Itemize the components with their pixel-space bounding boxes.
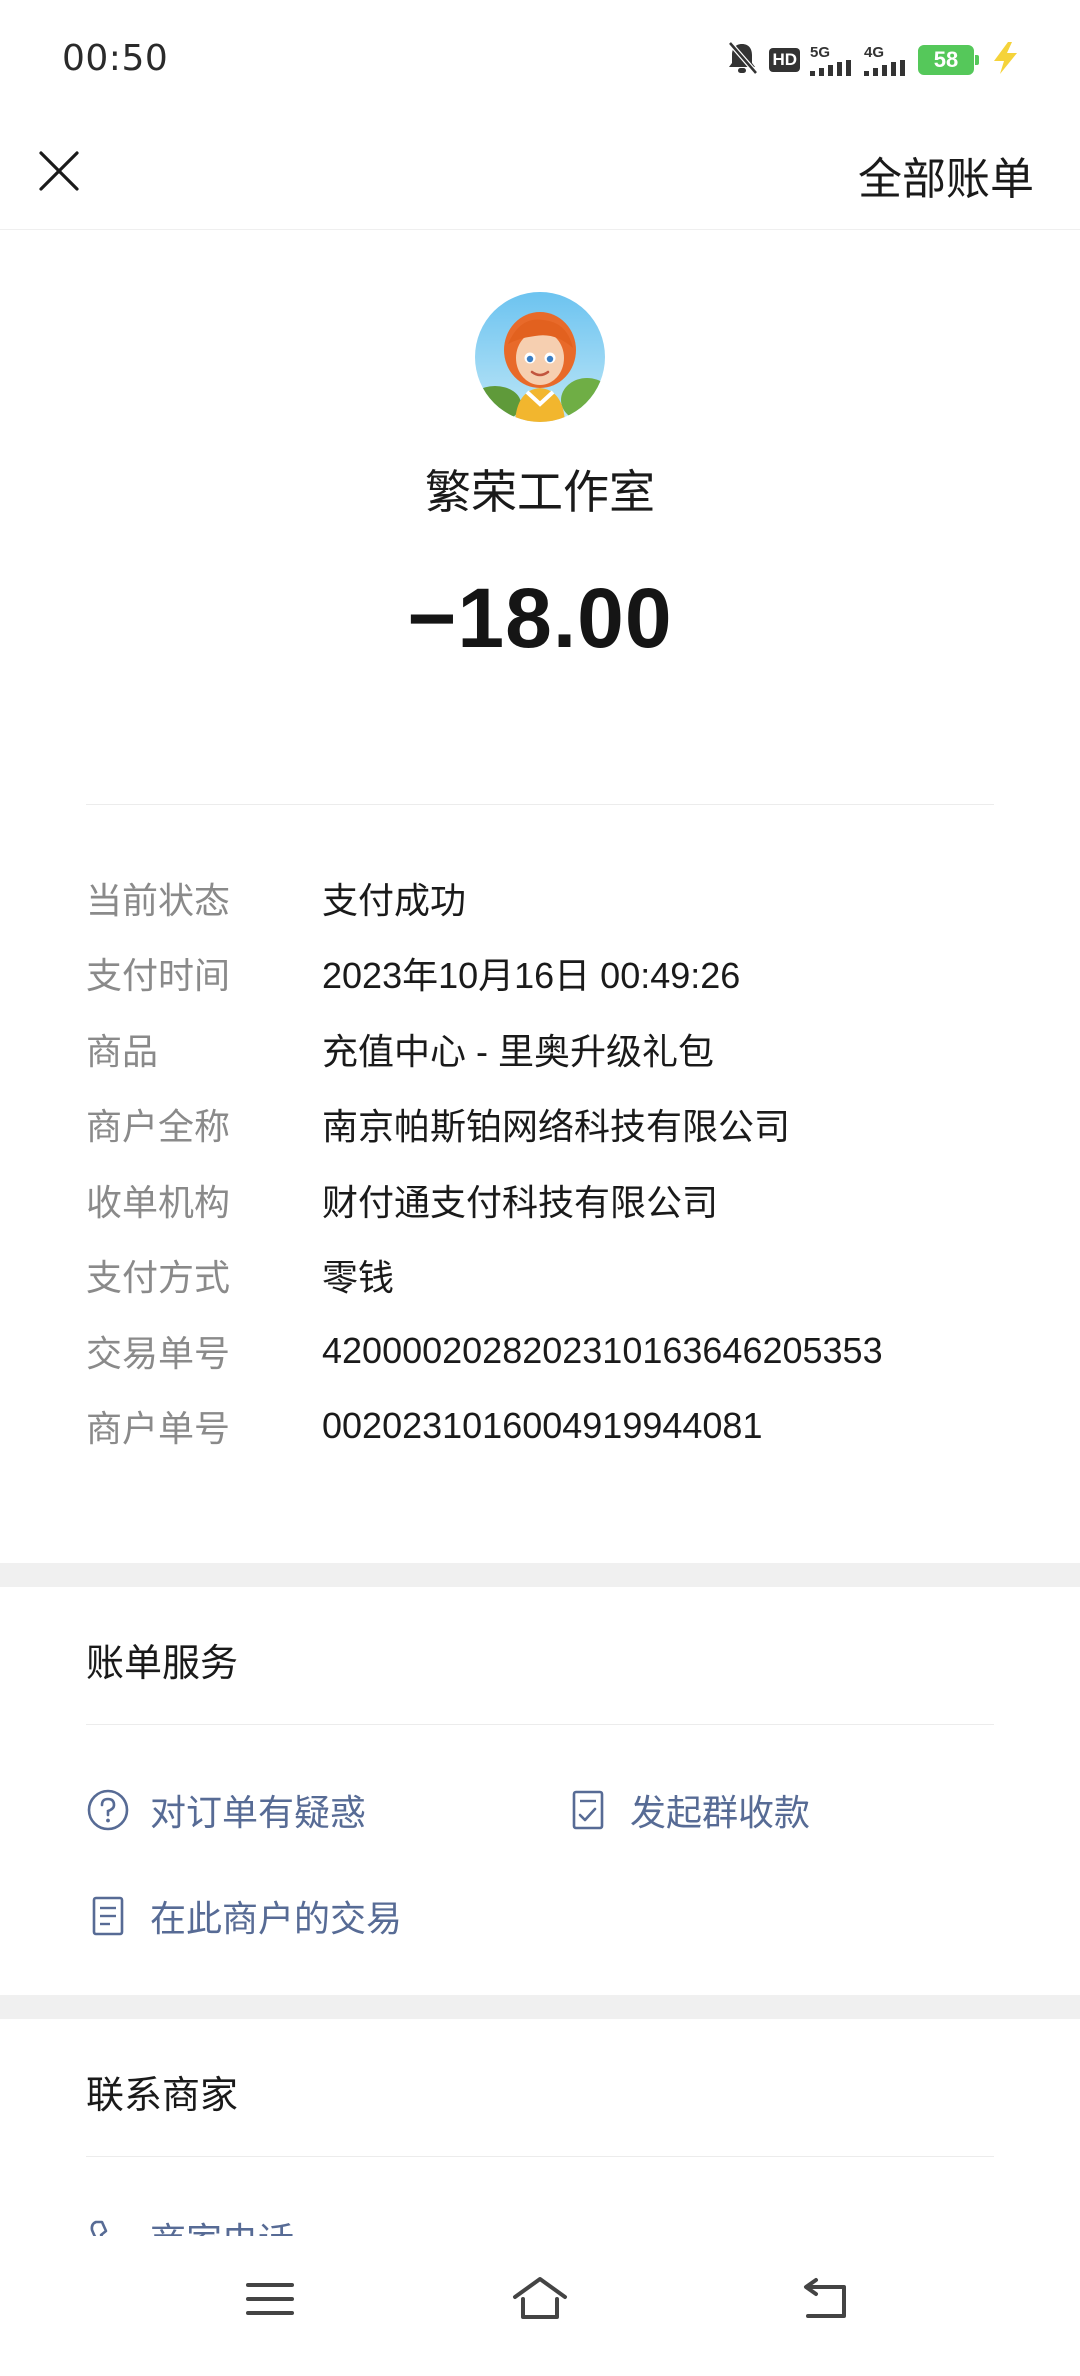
payment-header: 繁荣工作室 −18.00 xyxy=(0,230,1080,805)
section-separator xyxy=(0,1995,1080,2019)
receipt-check-icon xyxy=(566,1788,610,1832)
all-bills-link[interactable]: 全部账单 xyxy=(858,142,1034,208)
detail-label: 交易单号 xyxy=(86,1333,231,1375)
home-icon xyxy=(511,2275,569,2327)
detail-label: 支付时间 xyxy=(86,956,231,998)
detail-row-merchant-order-id: 商户单号 0020231016004919944081 xyxy=(86,1389,994,1465)
detail-row-merchant-fullname: 商户全称 南京帕斯铂网络科技有限公司 xyxy=(86,1087,994,1163)
contact-merchant-title: 联系商家 xyxy=(86,2073,239,2117)
bill-services-divider xyxy=(86,1724,994,1725)
top-bar: 全部账单 xyxy=(0,120,1080,230)
detail-row-payment-method: 支付方式 零钱 xyxy=(86,1238,994,1314)
document-list-icon xyxy=(86,1894,130,1938)
charging-bolt-icon xyxy=(990,41,1020,79)
detail-value[interactable]: 0020231016004919944081 xyxy=(322,1405,762,1447)
signal-4g-icon: 4G xyxy=(864,45,908,76)
detail-value: 支付成功 xyxy=(322,879,467,921)
question-order-label: 对订单有疑惑 xyxy=(150,1793,367,1834)
question-order-link[interactable]: 对订单有疑惑 xyxy=(86,1778,366,1842)
contact-divider xyxy=(86,2156,994,2157)
merchant-transactions-link[interactable]: 在此商户的交易 xyxy=(86,1884,402,1948)
status-time: 00:50 xyxy=(62,38,169,79)
bill-services-title: 账单服务 xyxy=(86,1641,239,1685)
detail-row-transaction-id: 交易单号 4200002028202310163646205353 xyxy=(86,1313,994,1389)
back-button[interactable] xyxy=(785,2266,865,2336)
detail-value: 零钱 xyxy=(322,1257,395,1299)
detail-value[interactable]: 4200002028202310163646205353 xyxy=(322,1330,883,1372)
merchant-transactions-label: 在此商户的交易 xyxy=(150,1899,403,1940)
hd-icon: HD xyxy=(769,48,800,72)
detail-label: 当前状态 xyxy=(86,880,231,922)
merchant-name: 繁荣工作室 xyxy=(425,465,655,519)
group-collect-label: 发起群收款 xyxy=(630,1793,811,1834)
close-icon xyxy=(38,150,80,196)
signal-5g-icon: 5G xyxy=(810,45,854,76)
detail-row-time: 支付时间 2023年10月16日 00:49:26 xyxy=(86,936,994,1012)
detail-label: 商户全称 xyxy=(86,1107,231,1149)
merchant-avatar xyxy=(475,292,605,422)
detail-value: 财付通支付科技有限公司 xyxy=(322,1181,719,1223)
system-nav-bar xyxy=(0,2236,1080,2376)
question-circle-icon xyxy=(86,1788,130,1832)
detail-row-acquirer: 收单机构 财付通支付科技有限公司 xyxy=(86,1162,994,1238)
status-icons: HD 5G 4G 58 xyxy=(725,38,1020,82)
detail-label: 商品 xyxy=(86,1031,159,1073)
detail-label: 商户单号 xyxy=(86,1409,231,1451)
battery-indicator: 58 xyxy=(918,45,979,75)
back-icon xyxy=(800,2276,850,2326)
detail-value: 充值中心 - 里奥升级礼包 xyxy=(322,1030,714,1072)
detail-row-status: 当前状态 支付成功 xyxy=(86,860,994,936)
header-divider xyxy=(86,804,994,805)
transaction-details: 当前状态 支付成功 支付时间 2023年10月16日 00:49:26 商品 充… xyxy=(86,860,994,1464)
detail-row-product: 商品 充值中心 - 里奥升级礼包 xyxy=(86,1011,994,1087)
mute-bell-icon xyxy=(725,40,759,80)
home-button[interactable] xyxy=(500,2266,580,2336)
menu-button[interactable] xyxy=(230,2266,310,2336)
detail-value: 2023年10月16日 00:49:26 xyxy=(322,955,741,997)
payment-amount: −18.00 xyxy=(407,571,673,665)
section-separator xyxy=(0,1563,1080,1587)
group-collect-link[interactable]: 发起群收款 xyxy=(566,1778,810,1842)
detail-label: 支付方式 xyxy=(86,1258,231,1300)
detail-label: 收单机构 xyxy=(86,1182,231,1224)
close-button[interactable] xyxy=(24,138,94,208)
menu-icon xyxy=(246,2279,294,2323)
detail-value: 南京帕斯铂网络科技有限公司 xyxy=(322,1106,791,1148)
status-bar: 00:50 HD 5G 4G 58 xyxy=(0,0,1080,120)
